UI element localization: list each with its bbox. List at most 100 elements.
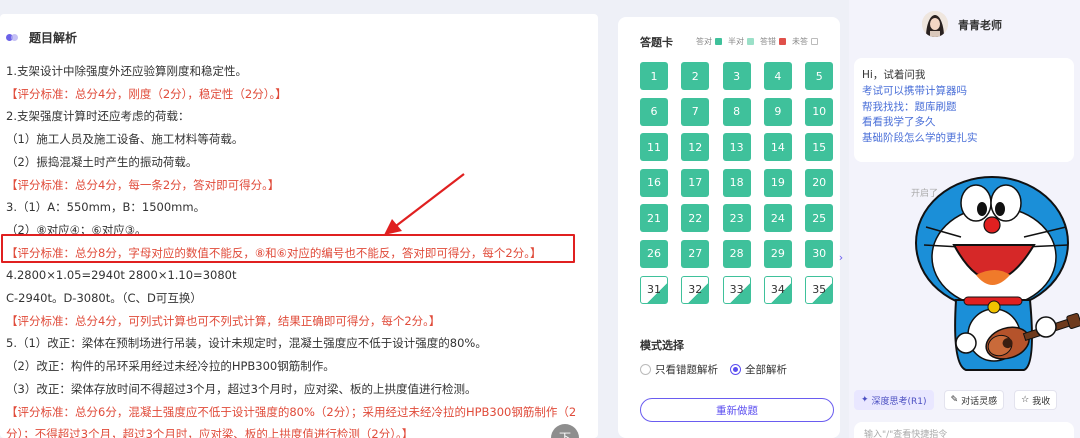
question-cell[interactable]: 12	[681, 133, 710, 162]
pen-icon: ✎	[950, 395, 959, 405]
question-cell[interactable]: 32	[681, 275, 710, 304]
suggestion-link[interactable]: 帮我找找：题库刷题	[862, 100, 1066, 116]
legend-swatch	[715, 38, 722, 45]
chip-label: 深度思考(R1)	[871, 396, 927, 407]
legend-label: 半对	[728, 37, 744, 46]
scoring-standard-line: 【评分标准：总分4分，可列式计算也可不列式计算，结果正确即可得分，每个2分。】	[6, 313, 441, 328]
chip-label: 对话灵感	[961, 396, 998, 407]
analysis-line: 1.支架设计中除强度外还应验算刚度和稳定性。	[6, 64, 247, 78]
answer-legend: 答对 半对 答错 未答	[696, 36, 818, 47]
redo-button[interactable]: 重新做题	[640, 398, 834, 422]
red-arrow-icon	[384, 173, 465, 235]
legend-swatch	[747, 38, 754, 45]
section-dot-icon	[6, 33, 19, 42]
star-icon: ☆	[1021, 395, 1030, 405]
question-cell[interactable]: 31	[640, 275, 668, 304]
question-cell[interactable]: 3	[722, 62, 751, 90]
scoring-standard-line: 【评分标准：总分4分，刚度（2分），稳定性（2分）。】	[6, 86, 287, 101]
chip-label: 我收	[1032, 396, 1051, 407]
legend-item: 答错	[760, 36, 786, 47]
question-cell[interactable]: 16	[640, 168, 668, 197]
mode-title: 模式选择	[640, 339, 684, 352]
scoring-standard-line: 【评分标准：总分6分，混凝土强度应不低于设计强度的80%（2分）；采用经过未经冷…	[6, 404, 577, 438]
question-cell[interactable]: 5	[805, 62, 834, 90]
greeting-text: Hi，试着问我	[862, 69, 926, 81]
analysis-line: （2）振捣混凝土时产生的振动荷载。	[6, 154, 198, 169]
analysis-line: 5.（1）改正：梁体在预制场进行吊装，设计未规定时，混凝土强度应不低于设计强度的…	[6, 336, 487, 351]
question-cell[interactable]: 30	[805, 239, 834, 268]
legend-item: 答对	[696, 36, 722, 47]
legend-label: 答错	[760, 37, 776, 46]
question-cell[interactable]: 23	[722, 204, 751, 233]
mode-radio-option[interactable]: 只看错题解析	[640, 362, 718, 377]
question-cell[interactable]: 2	[681, 62, 710, 90]
question-cell[interactable]: 6	[640, 97, 668, 126]
greeting-bubble: Hi，试着问我 考试可以携带计算器吗 帮我找找：题库刷题 看看我学了多久 基础阶段怎么…	[854, 58, 1074, 162]
question-cell[interactable]: 19	[763, 168, 792, 197]
radio-circle-icon[interactable]	[640, 364, 651, 375]
analysis-line: （1）施工人员及施工设备、施工材料等荷载。	[6, 132, 244, 147]
analysis-header: 题目解析	[6, 29, 77, 46]
question-cell[interactable]: 27	[681, 239, 710, 268]
question-cell[interactable]: 7	[681, 97, 710, 126]
assistant-panel: 青青老师 Hi，试着问我 考试可以携带计算器吗 帮我找找：题库刷题 看看我学了多久基…	[849, 0, 1080, 438]
question-cell[interactable]: 8	[722, 97, 751, 126]
question-cell[interactable]: 35	[805, 275, 834, 304]
teacher-avatar-icon	[922, 11, 948, 37]
question-cell[interactable]: 14	[763, 133, 792, 162]
question-cell[interactable]: 21	[640, 204, 668, 233]
analysis-line: C-2940t。D-3080t。（C、D可互换）	[6, 291, 202, 306]
legend-swatch	[779, 38, 786, 45]
question-cell[interactable]: 10	[805, 97, 834, 126]
question-cell[interactable]: 9	[763, 97, 792, 126]
assistant-chip[interactable]: ✦ 深度思考(R1)	[854, 390, 934, 410]
analysis-line: （2）改正：构件的吊环采用经过未经冷拉的HPB300钢筋制作。	[6, 359, 335, 374]
question-cell[interactable]: 26	[640, 239, 668, 268]
question-cell[interactable]: 18	[722, 168, 751, 197]
question-cell[interactable]: 22	[681, 204, 710, 233]
assistant-chip-row: ✦ 深度思考(R1) ✎ 对话灵感 ☆ 我收	[854, 390, 1058, 410]
chevron-right-icon[interactable]: ›	[833, 248, 849, 268]
mode-radio-label: 全部解析	[745, 364, 787, 376]
analysis-line: 4.2800×1.05=2940t 2800×1.10=3080t	[6, 268, 237, 283]
question-cell[interactable]: 33	[722, 275, 751, 304]
analysis-line: （3）改正：梁体存放时间不得超过3个月，超过3个月时，应对梁、板的上拱度值进行检…	[6, 381, 477, 396]
question-cell[interactable]: 20	[805, 168, 834, 197]
assistant-chip[interactable]: ✎ 对话灵感	[943, 390, 1005, 410]
mode-radio-label: 只看错题解析	[655, 364, 718, 376]
question-cell[interactable]: 29	[763, 239, 792, 268]
suggestion-link[interactable]: 考试可以携带计算器吗	[862, 84, 1066, 100]
mascot-doraemon-icon	[915, 176, 1080, 371]
legend-item: 未答	[792, 36, 818, 47]
deep-think-icon: ✦	[861, 395, 869, 405]
legend-label: 答对	[696, 37, 712, 46]
suggestion-link[interactable]: 看看我学了多久	[862, 115, 1066, 131]
question-cell[interactable]: 24	[763, 204, 792, 233]
question-cell[interactable]: 1	[640, 62, 668, 90]
scoring-standard-line: 【评分标准：总分4分，每一条2分，答对即可得分。】	[6, 177, 280, 192]
mode-radio-group: 只看错题解析 全部解析	[640, 362, 787, 377]
answer-grid: 1 2 3 4 5 6 7 8 9 10 11 12 13 14 15 16 17 18 19 20 21 22 23 24 2…	[640, 62, 834, 304]
teacher-name: 青青老师	[958, 19, 1002, 32]
legend-swatch	[811, 38, 818, 45]
legend-label: 未答	[792, 37, 808, 46]
question-cell[interactable]: 11	[640, 133, 668, 162]
legend-item: 半对	[728, 36, 754, 47]
analysis-title: 题目解析	[29, 31, 78, 45]
avatar	[922, 11, 948, 37]
answer-card: 答题卡 答对 半对 答错 未答 1 2 3 4 5 6 7 8 9 10 11 12 13 14 15 16 17 18…	[618, 17, 840, 438]
radio-circle-icon[interactable]	[730, 364, 741, 375]
answer-card-title: 答题卡	[640, 36, 673, 49]
mode-radio-option[interactable]: 全部解析	[730, 362, 787, 377]
analysis-line: 3.（1）A：550mm，B：1500mm。	[6, 200, 206, 215]
question-cell[interactable]: 25	[805, 204, 834, 233]
question-cell[interactable]: 4	[763, 62, 792, 90]
chat-input[interactable]: 输入"/"查看快捷指令	[854, 422, 1074, 438]
question-cell[interactable]: 15	[805, 133, 834, 162]
question-cell[interactable]: 34	[763, 275, 792, 304]
question-cell[interactable]: 28	[722, 239, 751, 268]
question-cell[interactable]: 17	[681, 168, 710, 197]
suggestion-link[interactable]: 基础阶段怎么学的更扎实	[862, 131, 1066, 147]
question-cell[interactable]: 13	[722, 133, 751, 162]
assistant-chip[interactable]: ☆ 我收	[1014, 390, 1058, 410]
